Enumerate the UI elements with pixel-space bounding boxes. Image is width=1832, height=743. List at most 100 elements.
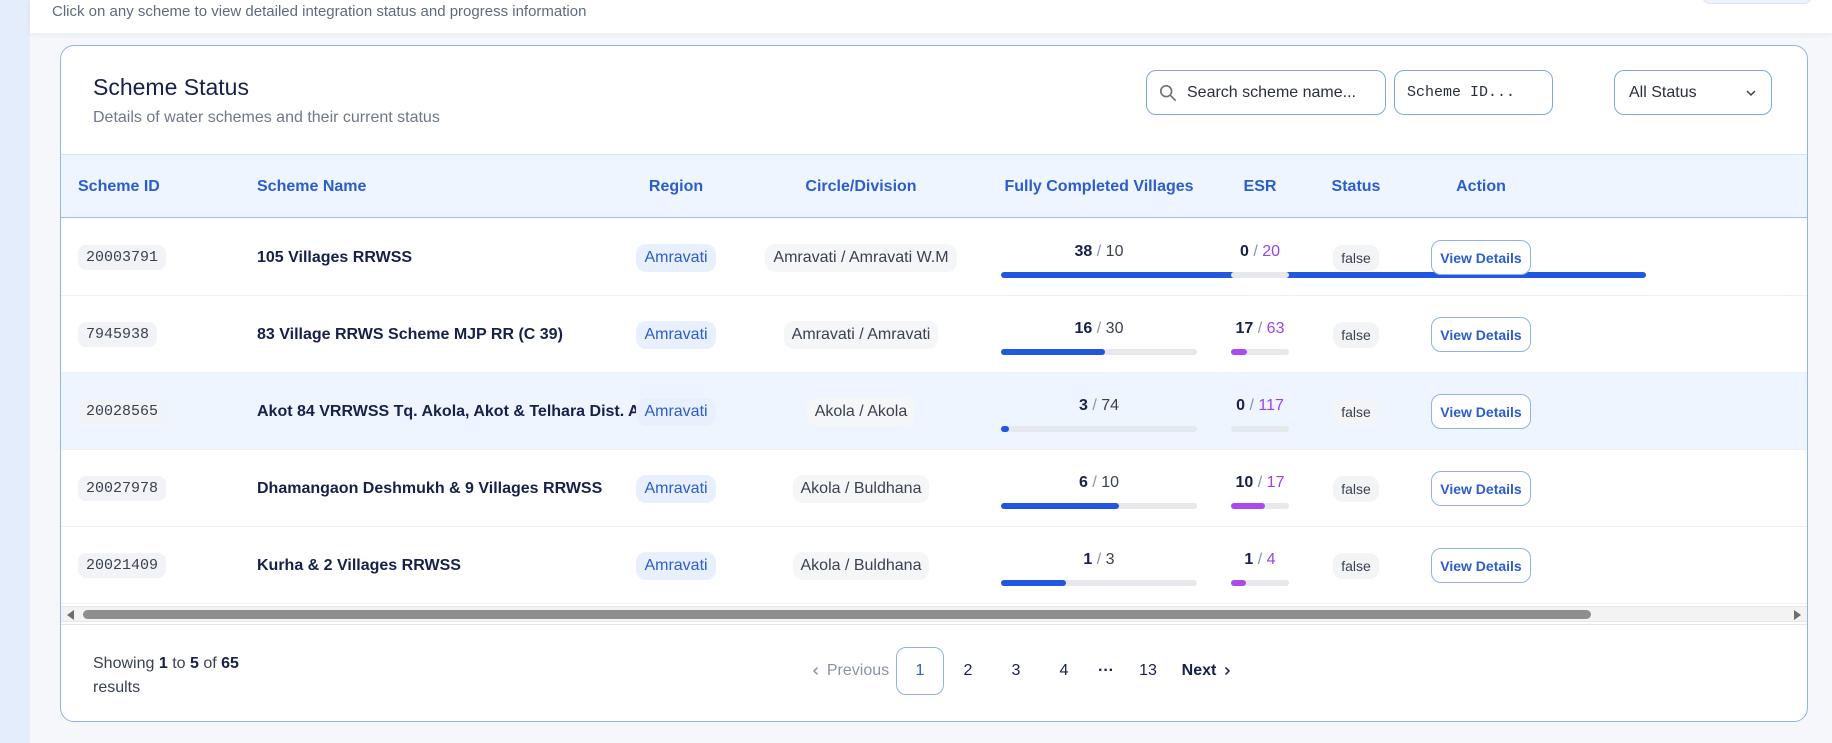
esr-progress-label: 17 / 63 [1235,320,1285,337]
status-filter-select[interactable]: All Status [1614,70,1772,115]
esr-progress: 0 / 20 [1231,219,1289,296]
previous-label: Previous [826,662,890,679]
region-chip: Amravati [636,397,716,426]
page-button-last[interactable]: 13 [1124,647,1172,695]
esr-progress-track [1231,272,1289,278]
villages-progress-track [1001,349,1197,355]
circle-division-chip: Akola / Buldhana [792,551,930,580]
search-icon [1159,84,1177,101]
region-chip: Amravati [636,243,716,272]
villages-progress-fill [1001,426,1009,432]
page-button-2[interactable]: 2 [944,647,992,695]
next-page-button[interactable]: Next [1172,647,1242,695]
esr-progress-label: 1 / 4 [1244,551,1276,568]
status-badge: false [1333,321,1379,348]
villages-progress-fill [1001,503,1119,509]
table-row[interactable]: 20021409 Kurha & 2 Villages RRWSS Amrava… [61,527,1807,604]
search-box[interactable] [1146,70,1386,115]
scheme-id-input[interactable] [1407,84,1547,101]
region-chip: Amravati [636,320,716,349]
scroll-right-icon[interactable] [1794,610,1801,620]
esr-progress-track [1231,349,1289,355]
villages-progress: 6 / 10 [1001,450,1197,527]
scheme-name[interactable]: Akot 84 VRRWSS Tq. Akola, Akot & Telhara… [257,403,672,421]
esr-progress: 1 / 4 [1231,527,1289,604]
page-button-4[interactable]: 4 [1040,647,1088,695]
chevron-left-icon [812,666,818,676]
esr-progress-track [1231,580,1289,586]
status-badge: false [1333,244,1379,271]
status-badge: false [1333,552,1379,579]
pagination: Previous 1 2 3 4 ··· 13 Next [804,647,1242,695]
circle-division-chip: Amravati / Amravati [783,320,939,349]
column-header-villages[interactable]: Fully Completed Villages [1001,155,1197,219]
scheme-status-card: Scheme Status Details of water schemes a… [60,45,1808,722]
esr-progress: 0 / 117 [1231,373,1289,450]
villages-progress-track [1001,272,1646,278]
scheme-id-chip: 20021409 [78,553,167,578]
view-details-button[interactable]: View Details [1431,548,1531,583]
esr-progress: 10 / 17 [1231,450,1289,527]
villages-progress-track [1001,426,1197,432]
region-chip: Amravati [636,551,716,580]
card-title: Scheme Status [93,74,249,100]
circle-division-chip: Amravati / Amravati W.M [765,243,957,272]
card-header: Scheme Status Details of water schemes a… [61,46,1807,154]
column-header-action[interactable]: Action [1431,155,1531,219]
view-details-button[interactable]: View Details [1431,471,1531,506]
results-summary: Showing 1 to 5 of 65 results [93,655,239,696]
villages-progress-label: 16 / 30 [1074,320,1124,337]
esr-progress-label: 0 / 20 [1239,243,1281,260]
scroll-left-icon[interactable] [67,610,74,620]
status-filter-value: All Status [1629,83,1697,101]
column-header-scheme-id[interactable]: Scheme ID [78,155,160,219]
esr-progress: 17 / 63 [1231,296,1289,373]
view-details-button[interactable]: View Details [1431,240,1531,275]
search-input[interactable] [1187,83,1377,102]
horizontal-scrollbar[interactable] [61,606,1807,622]
top-action-button[interactable] [1702,0,1812,4]
table-row[interactable]: 7945938 83 Village RRWS Scheme MJP RR (C… [61,296,1807,373]
region-chip: Amravati [636,474,716,503]
villages-progress: 16 / 30 [1001,296,1197,373]
villages-progress-label: 6 / 10 [1078,474,1120,491]
page-button-3[interactable]: 3 [992,647,1040,695]
scheme-name[interactable]: 83 Village RRWS Scheme MJP RR (C 39) [257,326,563,344]
scheme-id-chip: 20028565 [78,399,167,424]
previous-page-button[interactable]: Previous [804,647,896,695]
card-subtitle: Details of water schemes and their curre… [93,109,440,126]
villages-progress: 3 / 74 [1001,373,1197,450]
column-header-circle-division[interactable]: Circle/Division [761,155,961,219]
column-header-status[interactable]: Status [1321,155,1391,219]
esr-progress-fill [1231,503,1266,509]
villages-progress-label: 3 / 74 [1078,397,1120,414]
next-label: Next [1181,662,1217,679]
villages-progress-label: 38 / 10 [1074,243,1124,260]
scrollbar-thumb[interactable] [83,610,1591,619]
column-header-scheme-name[interactable]: Scheme Name [257,155,366,219]
esr-progress-label: 10 / 17 [1235,474,1285,491]
page-button-1[interactable]: 1 [896,647,944,695]
circle-division-chip: Akola / Buldhana [792,474,930,503]
table-row[interactable]: 20003791 105 Villages RRWSS Amravati Amr… [61,219,1807,296]
scheme-name[interactable]: 105 Villages RRWSS [257,249,412,267]
view-details-button[interactable]: View Details [1431,394,1531,429]
scheme-name[interactable]: Dhamangaon Deshmukh & 9 Villages RRWSS [257,480,602,498]
esr-progress-fill [1231,580,1246,586]
chevron-right-icon [1225,666,1231,676]
page-hint: Click on any scheme to view detailed int… [52,3,587,20]
table-header: Scheme ID Scheme Name Region Circle/Divi… [61,154,1807,218]
esr-progress-track [1231,503,1289,509]
table-footer: Showing 1 to 5 of 65 results Previous 1 2… [61,624,1807,721]
view-details-button[interactable]: View Details [1431,317,1531,352]
status-badge: false [1333,475,1379,502]
table-row[interactable]: 20027978 Dhamangaon Deshmukh & 9 Village… [61,450,1807,527]
column-header-esr[interactable]: ESR [1231,155,1289,219]
villages-progress-label: 1 / 3 [1083,551,1115,568]
pagination-ellipsis: ··· [1098,662,1114,679]
scheme-id-box[interactable] [1394,70,1553,115]
column-header-region[interactable]: Region [626,155,726,219]
scheme-name[interactable]: Kurha & 2 Villages RRWSS [257,557,461,575]
villages-progress-track [1001,503,1197,509]
table-row[interactable]: 20028565 Akot 84 VRRWSS Tq. Akola, Akot … [61,373,1807,450]
